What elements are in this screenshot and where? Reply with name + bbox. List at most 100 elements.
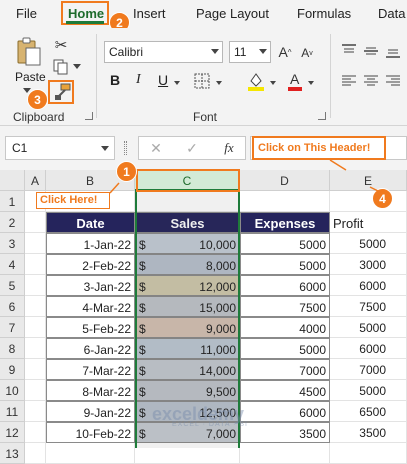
align-bottom-icon[interactable] [384,42,402,60]
sales-cell[interactable]: $12,000 [135,275,240,296]
header-profit[interactable]: Profit [330,212,407,233]
cell[interactable] [25,422,46,443]
italic-button[interactable]: I [136,72,141,88]
sales-cell[interactable]: $11,000 [135,338,240,359]
cell[interactable] [330,443,407,464]
align-right-icon[interactable] [384,72,402,90]
cell[interactable] [25,296,46,317]
row-header-12[interactable]: 12 [0,422,25,443]
cell[interactable] [25,317,46,338]
cell[interactable] [240,191,330,212]
align-left-icon[interactable] [340,72,358,90]
sales-cell[interactable]: $10,000 [135,233,240,254]
cell[interactable] [46,443,135,464]
borders-dropdown-icon[interactable] [214,78,224,88]
paste-icon[interactable] [14,36,44,68]
date-cell[interactable]: 4-Mar-22 [46,296,135,317]
date-cell[interactable]: 10-Feb-22 [46,422,135,443]
cell[interactable] [25,359,46,380]
copy-icon[interactable] [52,58,70,76]
cell[interactable] [135,191,240,212]
tab-data[interactable]: Data [378,6,405,21]
cell[interactable] [25,380,46,401]
underline-button[interactable]: U [158,72,168,88]
header-expenses[interactable]: Expenses [240,212,330,233]
fill-color-dropdown-icon[interactable] [268,78,278,88]
date-cell[interactable]: 3-Jan-22 [46,275,135,296]
expenses-cell[interactable]: 5000 [240,338,330,359]
tab-page-layout[interactable]: Page Layout [196,6,269,21]
profit-cell[interactable]: 7000 [330,359,407,380]
tab-formulas[interactable]: Formulas [297,6,351,21]
expenses-cell[interactable]: 5000 [240,233,330,254]
row-header-8[interactable]: 8 [0,338,25,359]
expenses-cell[interactable]: 6000 [240,275,330,296]
date-cell[interactable]: 8-Mar-22 [46,380,135,401]
profit-cell[interactable]: 5000 [330,380,407,401]
profit-cell[interactable]: 7500 [330,296,407,317]
expenses-cell[interactable]: 4000 [240,317,330,338]
column-header-e[interactable]: E [330,170,407,191]
expenses-cell[interactable]: 4500 [240,380,330,401]
tab-insert[interactable]: Insert [133,6,166,21]
profit-cell[interactable]: 6000 [330,338,407,359]
expenses-cell[interactable]: 5000 [240,254,330,275]
cell[interactable] [25,233,46,254]
underline-dropdown-icon[interactable] [172,78,182,88]
sales-cell[interactable]: $14,000 [135,359,240,380]
header-date[interactable]: Date [46,212,135,233]
sales-cell[interactable]: $8,000 [135,254,240,275]
profit-cell[interactable]: 5000 [330,233,407,254]
clipboard-launcher-icon[interactable] [85,112,93,120]
cancel-icon[interactable]: ✕ [148,139,164,157]
paste-label[interactable]: Paste [15,70,46,84]
row-header-7[interactable]: 7 [0,317,25,338]
cut-icon[interactable]: ✂ [52,36,70,54]
tab-file[interactable]: File [16,6,37,21]
borders-icon[interactable] [193,72,211,90]
expenses-cell[interactable]: 7500 [240,296,330,317]
decrease-font-size-icon[interactable]: Av [298,44,316,62]
row-header-3[interactable]: 3 [0,233,25,254]
expenses-cell[interactable]: 6000 [240,401,330,422]
column-header-a[interactable]: A [25,170,46,191]
profit-cell[interactable]: 6000 [330,275,407,296]
profit-cell[interactable]: 6500 [330,401,407,422]
expenses-cell[interactable]: 7000 [240,359,330,380]
font-name-select[interactable]: Calibri [104,41,223,63]
align-middle-icon[interactable] [362,42,380,60]
profit-cell[interactable]: 3000 [330,254,407,275]
name-box[interactable]: C1 [5,136,115,160]
bold-button[interactable]: B [110,72,120,88]
cell[interactable] [25,275,46,296]
cell[interactable] [25,254,46,275]
row-header-9[interactable]: 9 [0,359,25,380]
date-cell[interactable]: 9-Jan-22 [46,401,135,422]
cell[interactable] [25,401,46,422]
date-cell[interactable]: 5-Feb-22 [46,317,135,338]
sales-cell[interactable]: $15,000 [135,296,240,317]
date-cell[interactable]: 2-Feb-22 [46,254,135,275]
font-color-dropdown-icon[interactable] [306,78,316,88]
column-header-d[interactable]: D [240,170,330,191]
expenses-cell[interactable]: 3500 [240,422,330,443]
cell[interactable] [135,443,240,464]
cell[interactable] [25,212,46,233]
row-header-4[interactable]: 4 [0,254,25,275]
sales-cell[interactable]: $9,000 [135,317,240,338]
row-header-13[interactable]: 13 [0,443,25,464]
font-color-icon[interactable]: A [286,70,304,92]
profit-cell[interactable]: 5000 [330,317,407,338]
date-cell[interactable]: 7-Mar-22 [46,359,135,380]
cell[interactable] [240,443,330,464]
date-cell[interactable]: 6-Jan-22 [46,338,135,359]
row-header-5[interactable]: 5 [0,275,25,296]
row-header-10[interactable]: 10 [0,380,25,401]
align-top-icon[interactable] [340,42,358,60]
fill-color-icon[interactable] [246,70,266,92]
row-header-11[interactable]: 11 [0,401,25,422]
header-sales[interactable]: Sales [135,212,240,233]
font-launcher-icon[interactable] [318,112,326,120]
cell[interactable] [25,338,46,359]
increase-font-size-icon[interactable]: A ^ [276,42,294,62]
